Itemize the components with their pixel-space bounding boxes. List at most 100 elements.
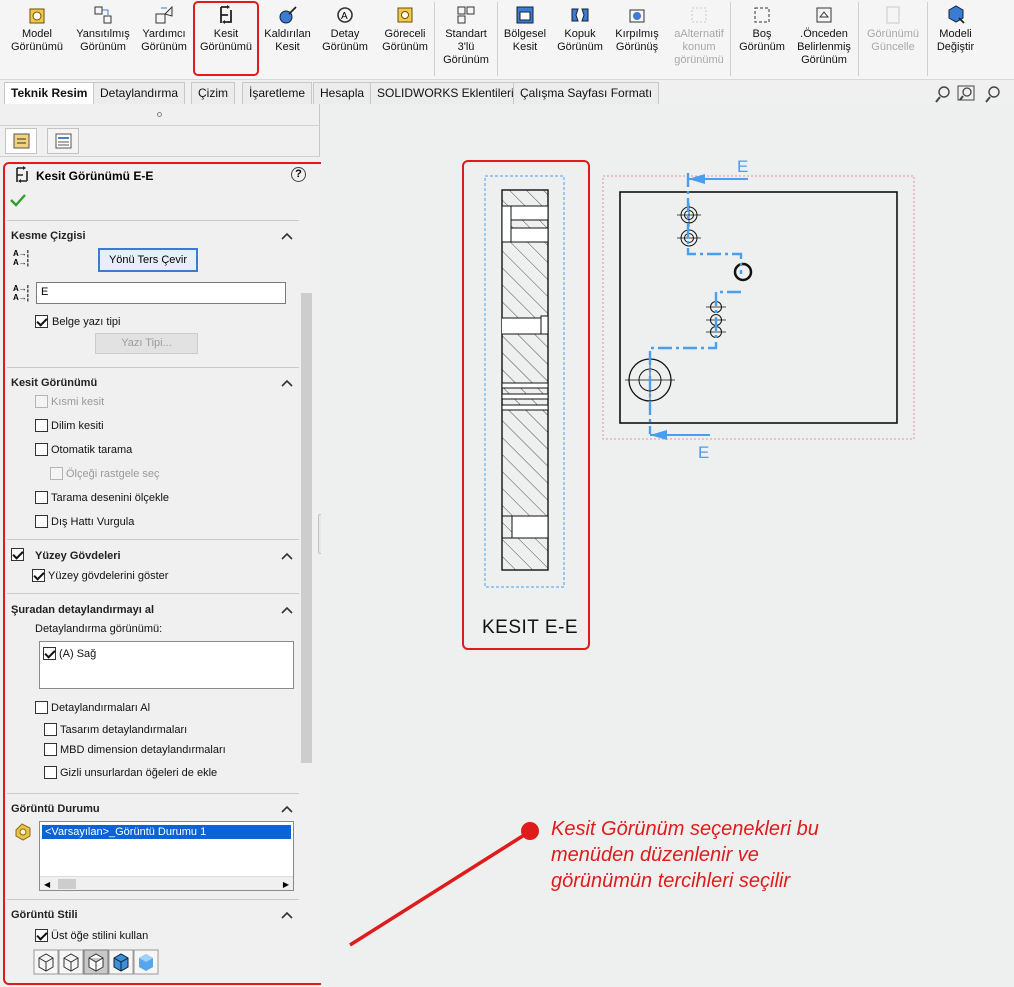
tab-teknik-resim[interactable]: Teknik Resim — [4, 82, 95, 105]
ribbon-button-label: Görünümü — [867, 28, 919, 40]
zoom-to-area-icon[interactable] — [957, 85, 975, 101]
ribbon-button-label: .Önceden — [800, 28, 848, 40]
ribbon-button-label: Görünüş — [615, 41, 659, 53]
panel-grip-dot[interactable] — [157, 112, 162, 117]
cutting-arrow-label-top: E — [737, 157, 748, 176]
svg-text:A: A — [341, 11, 348, 22]
ribbon-separator — [858, 2, 859, 76]
ribbon-button-label: Model — [22, 28, 52, 40]
section-view-highlight — [193, 1, 259, 76]
tab-detaylandirma[interactable]: Detaylandırma — [93, 82, 186, 104]
ribbon-button-label: Kesit — [512, 41, 538, 53]
feature-tree-icon — [55, 133, 72, 149]
ribbon-button-label: Göreceli — [384, 28, 426, 40]
crop-button[interactable]: Kırpılmış Görünüş — [612, 4, 662, 76]
ribbon-button-label: Detay — [330, 28, 360, 40]
callout-line-2: menüden düzenlenir ve — [551, 844, 759, 866]
tab-cizim[interactable]: Çizim — [191, 82, 235, 104]
model-view-icon — [29, 8, 45, 24]
ribbon-button-label: görünümü — [674, 54, 724, 66]
ribbon-button-label: Yansıtılmış — [76, 28, 130, 40]
section-view-e-e[interactable]: KESIT E-E — [462, 160, 590, 650]
broken-out-section-icon — [516, 6, 534, 24]
model-button[interactable]: Model Görünümü — [4, 4, 70, 76]
ribbon-button-label: Görünüm — [80, 41, 126, 53]
cutting-arrow-label-bottom: E — [698, 443, 709, 462]
ribbon-button-label: Kaldırılan — [264, 28, 311, 40]
update-view-icon — [886, 6, 900, 24]
relative-button[interactable]: Göreceli Görünüm — [376, 4, 434, 76]
tab-feature-tree[interactable] — [47, 128, 79, 154]
ribbon-button-label: Kırpılmış — [615, 28, 659, 40]
broken-out-button[interactable]: Bölgesel Kesit — [503, 4, 547, 76]
tab-calisma-sayfasi-formati[interactable]: Çalışma Sayfası Formatı — [513, 82, 660, 104]
zoom-in-out-icon[interactable] — [985, 86, 1000, 103]
ribbon-button-label: konum — [682, 41, 716, 53]
ribbon-button-label: Görünümü — [11, 41, 63, 53]
ribbon-button-label: Belirlenmiş — [797, 41, 851, 53]
callout-line-3: görünümün tercihleri seçilir — [551, 870, 790, 892]
property-manager-body: Kesit Görünümü E-E ? Kesme Çizgisi A→¦ A→… — [0, 156, 347, 987]
ribbon-button-label: Değiştir — [936, 41, 975, 53]
ribbon-button-label: Kesit — [275, 41, 300, 53]
ribbon-button-label: Görünüm — [322, 41, 368, 53]
tab-solidworks-eklentileri[interactable]: SOLIDWORKS Eklentileri — [370, 82, 521, 104]
ribbon-button-label: Görünüm — [739, 41, 785, 53]
auxiliary-view-icon — [155, 5, 173, 24]
standard-3-view-icon — [457, 6, 475, 24]
ribbon-separator — [927, 2, 928, 76]
predefined-view-icon — [816, 7, 832, 23]
command-manager-tabs: Teknik Resim Detaylandırma Çizim İşaretl… — [0, 82, 1014, 105]
ribbon-separator — [434, 2, 435, 76]
alternate-position-icon — [691, 7, 707, 23]
detail-button[interactable]: A Detay Görünüm — [320, 4, 370, 76]
ribbon-button-label: Görünüm — [382, 41, 428, 53]
relative-view-icon — [397, 7, 413, 23]
property-manager-panel: Kesit Görünümü E-E ? Kesme Çizgisi A→¦ A→… — [0, 104, 347, 987]
ribbon-button-label: Görünüm — [141, 41, 187, 53]
removed-button[interactable]: Kaldırılan Kesit — [260, 4, 315, 76]
ribbon-toolbar: Model Görünümü Yansıtılmış Görünüm Yardımcı G… — [0, 0, 1014, 80]
detail-view-icon: A — [337, 7, 353, 23]
tab-isaretleme[interactable]: İşaretleme — [242, 82, 313, 104]
break-view-icon — [571, 8, 589, 22]
ribbon-button-label: Kopuk — [564, 28, 596, 40]
empty-view-icon — [754, 7, 770, 23]
projected-view-icon — [94, 6, 112, 24]
ribbon-button-label: Bölgesel — [503, 28, 547, 40]
empty-button[interactable]: Boş Görünüm — [736, 4, 788, 76]
crop-view-icon — [629, 9, 645, 23]
ribbon-button-label: Görünüm — [557, 41, 603, 53]
aux-button[interactable]: Yardımcı Görünüm — [135, 4, 193, 76]
replace-button[interactable]: Modeli Değiştir — [928, 4, 983, 76]
ribbon-button-label: 3'lü — [457, 41, 475, 53]
standard-button[interactable]: Standart 3'lü Görünüm — [438, 4, 494, 76]
replace-model-icon — [948, 5, 965, 24]
ribbon-button-label: Görünüm — [801, 54, 847, 66]
break-button[interactable]: Kopuk Görünüm — [551, 4, 609, 76]
ribbon-separator — [497, 2, 498, 76]
ribbon-button-label: Boş — [752, 28, 772, 40]
update-button[interactable]: Görünümü Güncelle — [862, 4, 924, 76]
ribbon-separator — [730, 2, 731, 76]
section-view-label: KESIT E-E — [482, 617, 578, 638]
callout-pointer — [349, 822, 539, 947]
alternate-button[interactable]: aAlternatif konum görünümü — [668, 4, 730, 76]
zoom-to-fit-icon[interactable] — [935, 86, 950, 103]
property-manager-icon — [13, 133, 30, 149]
ribbon-button-label: Modeli — [939, 28, 972, 40]
tab-hesapla[interactable]: Hesapla — [313, 82, 372, 104]
callout-line-1: Kesit Görünüm seçenekleri bu — [551, 818, 819, 840]
ribbon-button-label: Görünüm — [443, 54, 489, 66]
panel-header-strip — [0, 104, 320, 126]
predefined-button[interactable]: .Önceden Belirlenmiş Görünüm — [790, 4, 858, 76]
tab-property-manager[interactable] — [5, 128, 37, 154]
panel-highlight — [3, 162, 347, 985]
ribbon-button-label: Standart — [445, 28, 487, 40]
ribbon-button-label: Güncelle — [871, 41, 915, 53]
mirror-button[interactable]: Yansıtılmış Görünüm — [71, 4, 135, 76]
parent-front-view[interactable]: E E — [602, 157, 915, 462]
ribbon-button-label: Yardımcı — [142, 28, 186, 40]
callout-text: Kesit Görünüm seçenekleri bu menüden düz… — [551, 816, 819, 894]
ribbon-button-label: aAlternatif — [674, 28, 724, 40]
